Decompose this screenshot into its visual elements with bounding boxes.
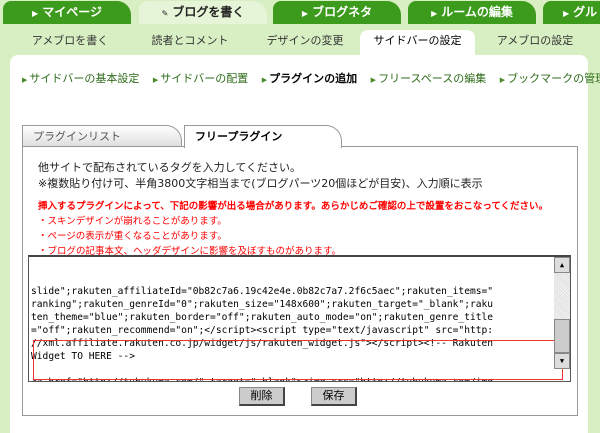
link-freespace-edit[interactable]: ▶ フリースペースの編集 — [371, 72, 487, 85]
link-label: プラグインの追加 — [269, 72, 358, 85]
link-sidebar-layout[interactable]: ▶ サイドバーの配置 — [153, 72, 248, 85]
arrow-icon: ▶ — [152, 76, 159, 84]
tab-plugin-list[interactable]: プラグインリスト — [22, 125, 182, 147]
scroll-thumb[interactable] — [554, 319, 570, 353]
link-bookmark-manage[interactable]: ▶ ブックマークの管理 — [500, 72, 600, 85]
free-plugin-panel: 他サイトで配布されているタグを入力してください。 ※複数貼り付け可、半角3800… — [22, 146, 578, 416]
save-button[interactable]: 保存 — [311, 387, 357, 406]
arrow-icon: ▶ — [563, 9, 570, 18]
sub-tab-sidebar-settings[interactable]: サイドバーの設定 — [360, 30, 475, 56]
link-label: フリースペースの編集 — [378, 72, 487, 85]
delete-button[interactable]: 削除 — [239, 387, 285, 406]
warning-item: ・スキンデザインが崩れることがあります。 — [38, 216, 227, 227]
tab-label: ブログネタ — [312, 5, 373, 19]
top-tab-write-blog[interactable]: ✎ ブログを書く — [139, 1, 267, 24]
tab-label: ブログを書く — [172, 5, 245, 19]
arrow-icon: ▶ — [499, 76, 506, 84]
plugin-tag-textarea[interactable]: slide";rakuten_affiliateId="0b82c7a6.19c… — [28, 255, 571, 382]
sub-tab-design[interactable]: デザインの変更 — [255, 30, 355, 56]
arrow-icon: ▶ — [431, 9, 438, 18]
link-sidebar-basic[interactable]: ▶ サイドバーの基本設定 — [22, 72, 139, 85]
instruction-line: ※複数貼り付け可、半角3800文字相当まで(ブログパーツ20個ほどが目安)、入力… — [38, 177, 483, 190]
top-tab-mypage[interactable]: ▶ マイページ — [3, 1, 131, 24]
sub-tab-readers-comments[interactable]: 読者とコメント — [140, 30, 240, 56]
top-tab-group[interactable]: ▶ グル — [543, 1, 600, 24]
highlight-box — [33, 340, 563, 380]
scroll-up-icon[interactable]: ▲ — [554, 257, 570, 273]
sub-navigation: アメブロを書く 読者とコメント デザインの変更 サイドバーの設定 アメブロの設定 — [0, 30, 600, 56]
link-label: サイドバーの基本設定 — [29, 72, 140, 85]
instructions: 他サイトで配布されているタグを入力してください。 ※複数貼り付け可、半角3800… — [38, 160, 483, 192]
arrow-icon: ▶ — [261, 76, 268, 84]
sidebar-links: ▶ サイドバーの基本設定 ▶ サイドバーの配置 ▶ プラグインの追加 ▶ フリースペース… — [22, 70, 600, 86]
warning-heading: 挿入するプラグインによって、下記の影響が出る場合があります。あらかじめご確認の上… — [38, 201, 549, 212]
warning-item: ・ページの表示が重くなることがあります。 — [38, 231, 227, 242]
scroll-down-icon[interactable]: ▼ — [554, 353, 570, 369]
instruction-line: 他サイトで配布されているタグを入力してください。 — [38, 161, 302, 174]
pencil-icon: ✎ — [161, 9, 169, 18]
main-content: ▶ サイドバーの基本設定 ▶ サイドバーの配置 ▶ プラグインの追加 ▶ フリースペース… — [10, 55, 600, 433]
tab-label: グル — [573, 5, 598, 19]
top-tab-room-edit[interactable]: ▶ ルームの編集 — [408, 1, 536, 24]
tab-label: ルームの編集 — [441, 5, 513, 19]
arrow-icon: ▶ — [32, 9, 39, 18]
link-label: サイドバーの配置 — [160, 72, 249, 85]
arrow-icon: ▶ — [301, 9, 309, 18]
scrollbar[interactable]: ▲ ▼ — [554, 257, 570, 369]
top-tab-blog-neta[interactable]: ▶ ブログネタ — [273, 1, 401, 24]
arrow-icon: ▶ — [22, 76, 28, 84]
sub-tab-write[interactable]: アメブロを書く — [20, 30, 120, 56]
warning: 挿入するプラグインによって、下記の影響が出る場合があります。あらかじめご確認の上… — [38, 199, 548, 259]
link-label: ブックマークの管理 — [507, 72, 600, 85]
tab-free-plugin[interactable]: フリープラグイン — [184, 125, 342, 148]
arrow-icon: ▶ — [370, 76, 377, 84]
link-add-plugin[interactable]: ▶ プラグインの追加 — [262, 72, 357, 85]
sub-tab-ameblo-settings[interactable]: アメブロの設定 — [485, 30, 585, 56]
top-navigation: ▶ マイページ ✎ ブログを書く ▶ ブログネタ ▶ ルームの編集 ▶ グル — [0, 0, 600, 24]
tab-label: マイページ — [42, 5, 102, 19]
